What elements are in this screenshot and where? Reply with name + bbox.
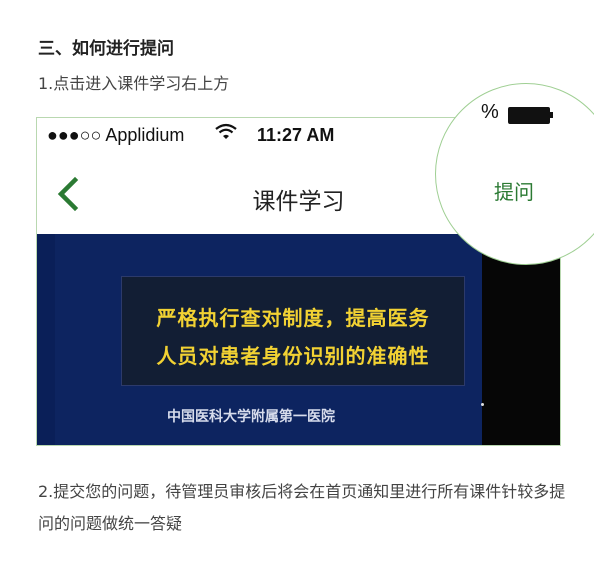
slide-title-line-2: 人员对患者身份识别的准确性	[156, 344, 430, 368]
section-heading: 三、如何进行提问	[38, 39, 174, 59]
wifi-icon	[215, 123, 237, 146]
video-player[interactable]: 严格执行查对制度，提高医务 人员对患者身份识别的准确性 中国医科大学附属第一医院	[37, 234, 560, 445]
step-two-text: 2.提交您的问题，待管理员审核后将会在首页通知里进行所有课件针较多提问的问题做统…	[38, 482, 566, 533]
battery-percent: %	[481, 101, 499, 123]
status-time: 11:27 AM	[257, 125, 335, 145]
slide-title-line-1: 严格执行查对制度，提高医务	[156, 306, 430, 330]
video-dot	[481, 403, 484, 406]
video-left-band	[37, 234, 55, 445]
battery-tip	[550, 112, 553, 118]
carrier-label: ●●●○○ Applidium	[47, 125, 185, 145]
slide-hospital-name: 中国医科大学附属第一医院	[167, 409, 335, 425]
video-right-band	[482, 234, 560, 445]
slide-title-box: 严格执行查对制度，提高医务 人员对患者身份识别的准确性	[121, 276, 465, 386]
battery-icon	[508, 107, 550, 124]
step-one-text: 1.点击进入课件学习右上方	[38, 74, 230, 93]
ask-question-button[interactable]: 提问	[494, 176, 534, 205]
